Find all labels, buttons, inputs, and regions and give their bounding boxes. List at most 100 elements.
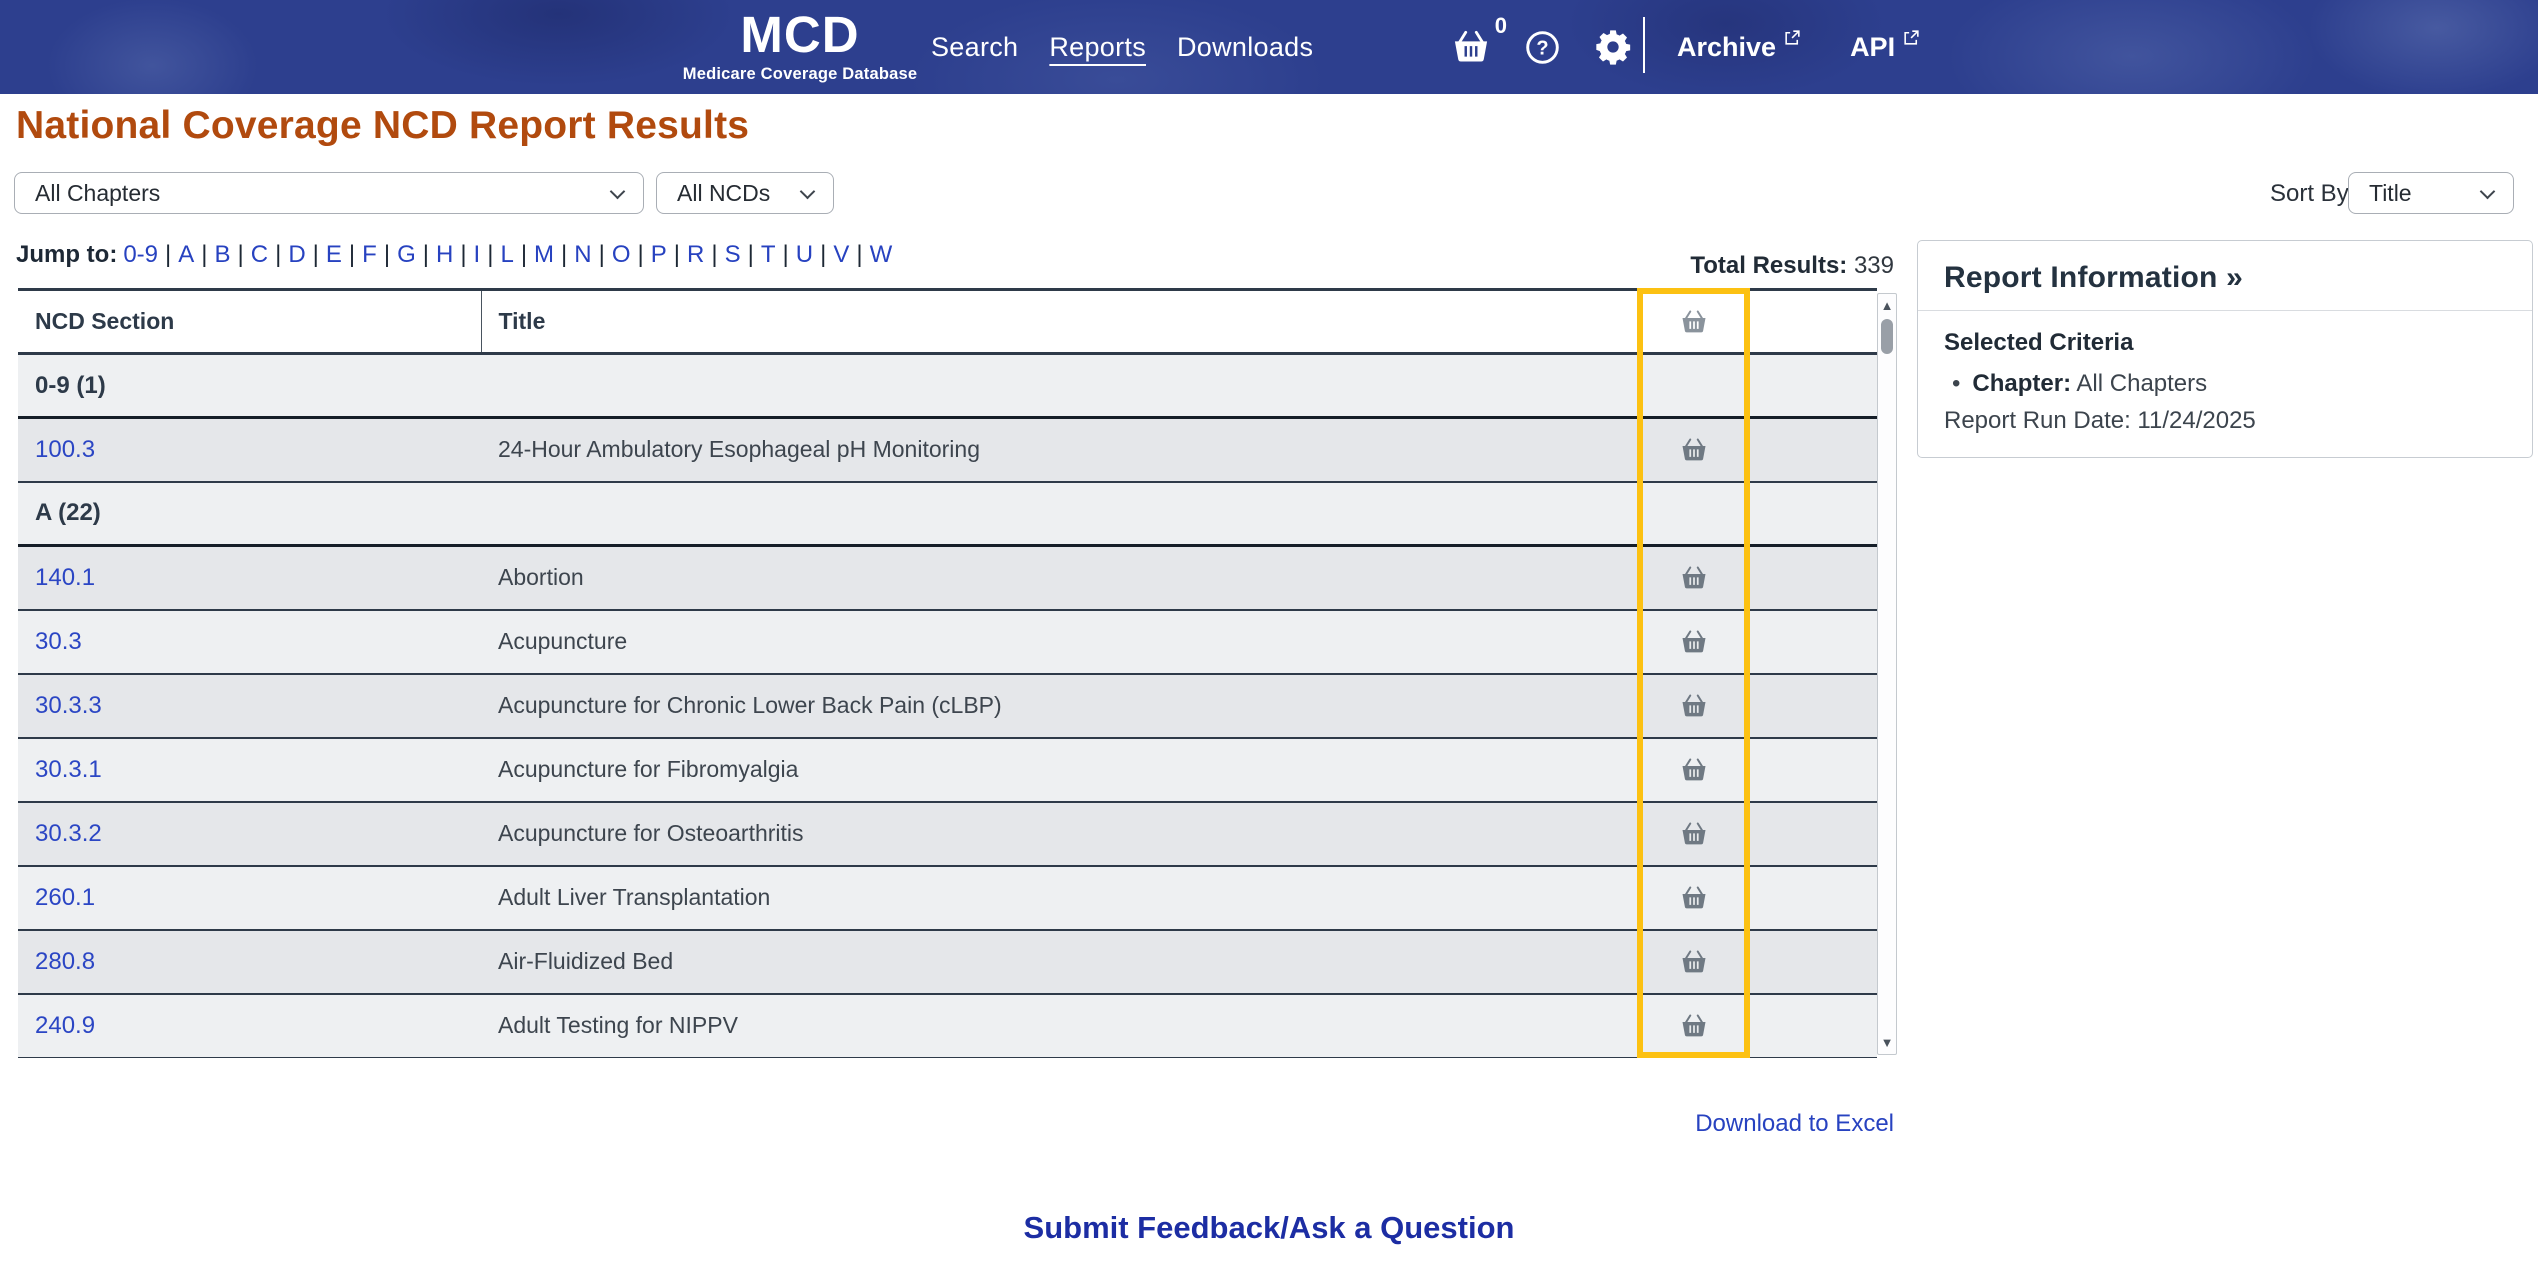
external-link-icon	[1902, 28, 1921, 47]
nav-downloads[interactable]: Downloads	[1177, 32, 1313, 63]
add-to-basket-cell[interactable]	[1637, 930, 1750, 994]
add-to-basket-cell[interactable]	[1637, 674, 1750, 738]
jump-link-H[interactable]: H	[436, 241, 453, 268]
jump-link-C[interactable]: C	[251, 241, 268, 268]
jump-separator: |	[238, 241, 244, 268]
total-results-label: Total Results:	[1690, 252, 1847, 279]
ncd-section-link[interactable]: 280.8	[35, 948, 95, 975]
basket-icon	[1679, 819, 1709, 849]
archive-link[interactable]: Archive	[1677, 32, 1802, 63]
table-header-row: NCD Section Title	[18, 290, 1877, 354]
scrollbar-down-arrow-icon[interactable]: ▼	[1878, 1035, 1896, 1050]
jump-link-L[interactable]: L	[500, 241, 513, 268]
jump-separator: |	[460, 241, 466, 268]
gear-icon[interactable]	[1593, 27, 1633, 67]
ncd-section-cell: 30.3	[18, 610, 481, 674]
basket-icon	[1679, 755, 1709, 785]
basket-icon	[1679, 563, 1709, 593]
ncd-section-link[interactable]: 240.9	[35, 1012, 95, 1039]
jump-separator: |	[201, 241, 207, 268]
submit-feedback-link[interactable]: Submit Feedback/Ask a Question	[0, 1210, 2538, 1246]
group-label: 0-9 (1)	[18, 354, 1637, 418]
jump-link-A[interactable]: A	[178, 241, 194, 268]
chapters-select[interactable]: All Chapters	[14, 172, 644, 214]
ncd-section-link[interactable]: 100.3	[35, 436, 95, 463]
ncd-section-link[interactable]: 30.3.3	[35, 692, 102, 719]
add-to-basket-cell[interactable]	[1637, 418, 1750, 482]
add-to-basket-cell[interactable]	[1637, 802, 1750, 866]
ncds-select-value: All NCDs	[677, 180, 770, 207]
mcd-logo[interactable]: MCD Medicare Coverage Database	[640, 9, 960, 84]
add-to-basket-cell[interactable]	[1637, 738, 1750, 802]
jump-link-T[interactable]: T	[761, 241, 776, 268]
ncd-section-link[interactable]: 30.3.1	[35, 756, 102, 783]
download-to-excel-link[interactable]: Download to Excel	[1600, 1110, 1894, 1138]
results-table-container: NCD Section Title 0-9 (1) 100.3 24-Hour …	[18, 288, 1898, 1058]
report-information-heading[interactable]: Report Information »	[1944, 261, 2506, 295]
add-to-basket-cell[interactable]	[1637, 994, 1750, 1058]
group-label: A (22)	[18, 482, 1637, 546]
criteria-label: Chapter:	[1972, 370, 2071, 397]
ncd-section-link[interactable]: 260.1	[35, 884, 95, 911]
jump-link-B[interactable]: B	[215, 241, 231, 268]
jump-link-P[interactable]: P	[651, 241, 667, 268]
chevron-down-icon	[610, 184, 626, 200]
table-row: 260.1 Adult Liver Transplantation	[18, 866, 1877, 930]
selected-criteria-heading: Selected Criteria	[1944, 329, 2506, 357]
ncds-select[interactable]: All NCDs	[656, 172, 834, 214]
add-to-basket-cell[interactable]	[1637, 546, 1750, 610]
table-scrollbar[interactable]: ▲ ▼	[1877, 293, 1897, 1055]
nav-search[interactable]: Search	[931, 32, 1018, 63]
ncd-section-link[interactable]: 140.1	[35, 564, 95, 591]
total-results: Total Results: 339	[1600, 252, 1894, 280]
jump-separator: |	[165, 241, 171, 268]
basket-icon	[1679, 1011, 1709, 1041]
jump-link-W[interactable]: W	[870, 241, 893, 268]
sort-select[interactable]: Title	[2348, 172, 2514, 214]
logo-subtitle: Medicare Coverage Database	[640, 65, 960, 84]
sort-select-value: Title	[2369, 180, 2412, 207]
jump-separator: |	[349, 241, 355, 268]
jump-link-N[interactable]: N	[574, 241, 591, 268]
jump-link-D[interactable]: D	[288, 241, 305, 268]
help-icon[interactable]: ?	[1524, 29, 1561, 66]
ncd-title: Air-Fluidized Bed	[481, 930, 1637, 994]
jump-link-G[interactable]: G	[397, 241, 416, 268]
api-link[interactable]: API	[1850, 32, 1921, 63]
jump-link-E[interactable]: E	[326, 241, 342, 268]
total-results-value: 339	[1854, 252, 1894, 279]
column-header-empty	[1750, 290, 1877, 354]
group-basket-cell	[1637, 482, 1750, 546]
scrollbar-thumb[interactable]	[1881, 319, 1893, 354]
results-table: NCD Section Title 0-9 (1) 100.3 24-Hour …	[18, 288, 1877, 1058]
jump-link-V[interactable]: V	[833, 241, 849, 268]
basket-icon	[1450, 26, 1492, 68]
external-link-icon	[1783, 28, 1802, 47]
jump-link-U[interactable]: U	[796, 241, 813, 268]
jump-link-F[interactable]: F	[362, 241, 377, 268]
add-to-basket-cell[interactable]	[1637, 866, 1750, 930]
chapters-select-value: All Chapters	[35, 180, 160, 207]
jump-link-M[interactable]: M	[534, 241, 554, 268]
jump-to-row: Jump to:0-9|A|B|C|D|E|F|G|H|I|L|M|N|O|P|…	[16, 241, 892, 269]
basket-icon	[1679, 691, 1709, 721]
ncd-section-link[interactable]: 30.3	[35, 628, 82, 655]
ncd-section-link[interactable]: 30.3.2	[35, 820, 102, 847]
ncd-title: Adult Testing for NIPPV	[481, 994, 1637, 1058]
basket-button[interactable]: 0	[1450, 26, 1492, 68]
jump-link-0-9[interactable]: 0-9	[123, 241, 158, 268]
row-empty-cell	[1750, 674, 1877, 738]
jump-link-R[interactable]: R	[687, 241, 704, 268]
ncd-section-cell: 100.3	[18, 418, 481, 482]
nav-reports[interactable]: Reports	[1049, 32, 1146, 63]
column-header-basket[interactable]	[1637, 290, 1750, 354]
add-to-basket-cell[interactable]	[1637, 610, 1750, 674]
ncd-title: Acupuncture for Osteoarthritis	[481, 802, 1637, 866]
table-group-row: 0-9 (1)	[18, 354, 1877, 418]
jump-link-O[interactable]: O	[612, 241, 631, 268]
scrollbar-up-arrow-icon[interactable]: ▲	[1878, 298, 1896, 313]
chevron-down-icon	[800, 184, 816, 200]
ncd-title: Acupuncture for Chronic Lower Back Pain …	[481, 674, 1637, 738]
jump-link-I[interactable]: I	[474, 241, 481, 268]
jump-link-S[interactable]: S	[725, 241, 741, 268]
